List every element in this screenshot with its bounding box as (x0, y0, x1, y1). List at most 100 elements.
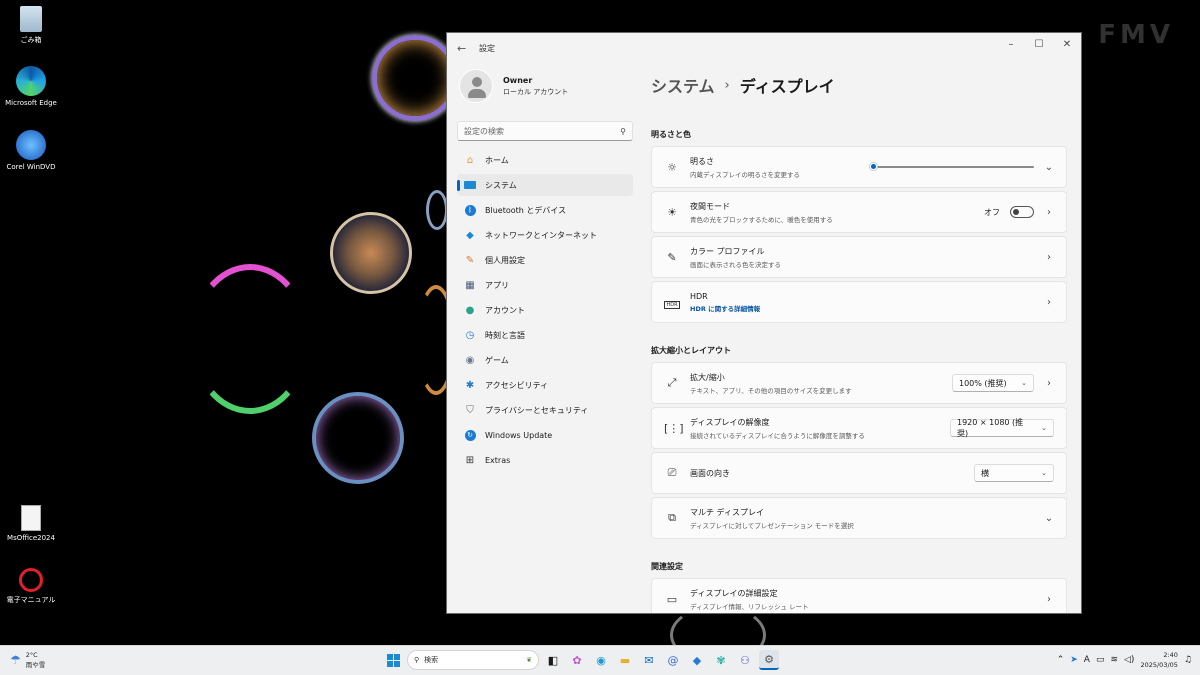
settings-window: ← 設定 – ☐ ✕ Owner ローカル アカウント ⚲ ⌂ ホーム システム … (446, 32, 1082, 614)
brightness-slider[interactable] (870, 162, 1034, 172)
card-subtitle: テキスト、アプリ、その他の項目のサイズを変更します (690, 386, 852, 395)
close-button[interactable]: ✕ (1053, 33, 1081, 55)
bubble-decoration (190, 264, 310, 414)
night-light-toggle[interactable] (1010, 206, 1034, 218)
section-header-scale: 拡大縮小とレイアウト (651, 346, 731, 355)
minimize-button[interactable]: – (997, 33, 1025, 55)
sidebar-item-accessibility[interactable]: ✱ アクセシビリティ (457, 374, 633, 396)
taskbar-apps: ⚲ 検索 ❦ ◧ ✿ ◉ ▬ ✉ @ ◆ ✾ ⚇ ⚙ (383, 650, 779, 670)
task-view-icon[interactable]: ◧ (543, 650, 563, 670)
desktop-icon-manual[interactable]: 電子マニュアル (1, 568, 61, 605)
chevron-down-icon[interactable]: ⌄ (1044, 513, 1054, 524)
teams-icon[interactable]: ⚇ (735, 650, 755, 670)
outlook-icon[interactable]: ✉ (639, 650, 659, 670)
apps-icon: ▦ (465, 279, 475, 291)
scale-card[interactable]: ⤢ 拡大/縮小 テキスト、アプリ、その他の項目のサイズを変更します 100% (… (651, 362, 1067, 404)
sidebar-item-windows-update[interactable]: ↻ Windows Update (457, 424, 633, 446)
sidebar-item-home[interactable]: ⌂ ホーム (457, 149, 633, 171)
card-subtitle: 接続されているディスプレイに合うように解像度を調整する (690, 431, 865, 440)
sidebar-item-gaming[interactable]: ◉ ゲーム (457, 349, 633, 371)
chevron-right-icon[interactable]: › (1044, 378, 1054, 389)
taskbar-search[interactable]: ⚲ 検索 ❦ (407, 650, 539, 670)
maximize-button[interactable]: ☐ (1025, 33, 1053, 55)
sidebar-item-personalization[interactable]: ✎ 個人用設定 (457, 249, 633, 271)
color-profile-card[interactable]: ✎ カラー プロファイル 画面に表示される色を決定する › (651, 236, 1067, 278)
manual-icon (19, 568, 43, 592)
chevron-up-icon[interactable]: ⌃ (1057, 655, 1065, 665)
document-icon (21, 505, 41, 531)
sidebar-item-time-language[interactable]: ◷ 時刻と言語 (457, 324, 633, 346)
sidebar-item-bluetooth[interactable]: ᛒ Bluetooth とデバイス (457, 199, 633, 221)
start-button[interactable] (383, 650, 403, 670)
user-profile[interactable]: Owner ローカル アカウント (447, 63, 643, 109)
sidebar-item-apps[interactable]: ▦ アプリ (457, 274, 633, 296)
weather-widget[interactable]: ☂ 2°C 雨や雪 (10, 651, 45, 669)
search-input[interactable] (464, 126, 604, 136)
desktop-icon-windvd[interactable]: Corel WinDVD (1, 130, 61, 171)
user-name: Owner (503, 75, 533, 85)
update-icon: ↻ (463, 428, 477, 442)
hdr-icon: HDR (664, 300, 680, 309)
resolution-dropdown[interactable]: 1920 × 1080 (推奨) ⌄ (950, 418, 1054, 438)
card-subtitle: ディスプレイに対してプレゼンテーション モードを選択 (690, 521, 854, 530)
chevron-right-icon[interactable]: › (1044, 594, 1054, 605)
orientation-icon: ⎚ (667, 466, 677, 479)
edge-icon (16, 66, 46, 96)
orientation-dropdown[interactable]: 横 ⌄ (974, 464, 1054, 482)
card-title: 拡大/縮小 (690, 372, 725, 382)
notification-bell-icon[interactable]: ♫ (1184, 655, 1192, 665)
battery-icon[interactable]: ▭ (1096, 655, 1105, 665)
desktop-icon-recycle-bin[interactable]: ごみ箱 (1, 6, 61, 45)
multi-display-card[interactable]: ⧉ マルチ ディスプレイ ディスプレイに対してプレゼンテーション モードを選択 … (651, 497, 1067, 539)
chevron-right-icon[interactable]: › (1044, 252, 1054, 263)
back-arrow-icon[interactable]: ← (457, 42, 473, 55)
night-light-icon: ☀ (667, 205, 677, 219)
clock[interactable]: 2:40 2025/03/05 (1140, 650, 1177, 670)
sidebar-item-label: 時刻と言語 (485, 330, 525, 340)
sidebar-item-label: アカウント (485, 305, 525, 315)
resolution-card[interactable]: [⋮] ディスプレイの解像度 接続されているディスプレイに合うように解像度を調整… (651, 407, 1067, 449)
chevron-right-icon[interactable]: › (1044, 297, 1054, 308)
breadcrumb-parent[interactable]: システム (651, 73, 715, 97)
desktop-icon-label: MsOffice2024 (7, 534, 55, 542)
store-icon[interactable]: ◆ (687, 650, 707, 670)
brightness-card[interactable]: ☼ 明るさ 内蔵ディスプレイの明るさを変更する ⌄ (651, 146, 1067, 188)
settings-taskbar-icon[interactable]: ⚙ (759, 650, 779, 670)
sidebar-item-extras[interactable]: ⊞ Extras (457, 449, 633, 471)
advanced-display-card[interactable]: ▭ ディスプレイの詳細設定 ディスプレイ情報、リフレッシュ レート › (651, 578, 1067, 613)
bubble-decoration (426, 190, 448, 230)
card-title: 明るさ (690, 156, 714, 166)
sidebar-item-privacy[interactable]: ⛉ プライバシーとセキュリティ (457, 399, 633, 421)
night-light-card[interactable]: ☀ 夜間モード 青色の光をブロックするために、暖色を使用する オフ › (651, 191, 1067, 233)
ime-indicator[interactable]: A (1084, 655, 1090, 665)
photos-icon[interactable]: ✾ (711, 650, 731, 670)
desktop-icon-edge[interactable]: Microsoft Edge (1, 66, 61, 107)
hdr-info-link[interactable]: HDR に関する詳細情報 (690, 303, 1044, 313)
sidebar-item-network[interactable]: ◆ ネットワークとインターネット (457, 224, 633, 246)
orientation-card[interactable]: ⎚ 画面の向き 横 ⌄ (651, 452, 1067, 494)
dropdown-value: 1920 × 1080 (推奨) (957, 418, 1024, 438)
chevron-right-icon[interactable]: › (1044, 207, 1054, 218)
chevron-down-icon: ⌄ (1041, 424, 1047, 432)
hdr-card[interactable]: HDR HDR HDR に関する詳細情報 › (651, 281, 1067, 323)
sidebar-item-label: プライバシーとセキュリティ (485, 405, 589, 415)
sidebar-item-accounts[interactable]: ● アカウント (457, 299, 633, 321)
copilot-icon[interactable]: ✿ (567, 650, 587, 670)
volume-icon[interactable]: ◁) (1124, 655, 1134, 665)
card-subtitle: ディスプレイ情報、リフレッシュ レート (690, 602, 809, 611)
file-explorer-icon[interactable]: ▬ (615, 650, 635, 670)
settings-search[interactable]: ⚲ (457, 121, 633, 141)
send-icon[interactable]: ➤ (1070, 655, 1078, 665)
wifi-icon[interactable]: ≋ (1110, 655, 1118, 665)
mail-icon[interactable]: @ (663, 650, 683, 670)
slider-thumb[interactable] (870, 163, 877, 170)
card-title: カラー プロファイル (690, 246, 765, 256)
window-controls: – ☐ ✕ (997, 33, 1081, 55)
sidebar-item-system[interactable]: システム (457, 174, 633, 196)
sidebar-item-label: ホーム (485, 155, 509, 165)
scale-dropdown[interactable]: 100% (推奨) ⌄ (952, 374, 1034, 392)
desktop-icon-msoffice[interactable]: MsOffice2024 (1, 505, 61, 542)
account-icon: ● (465, 304, 475, 316)
edge-taskbar-icon[interactable]: ◉ (591, 650, 611, 670)
chevron-down-icon[interactable]: ⌄ (1044, 162, 1054, 173)
